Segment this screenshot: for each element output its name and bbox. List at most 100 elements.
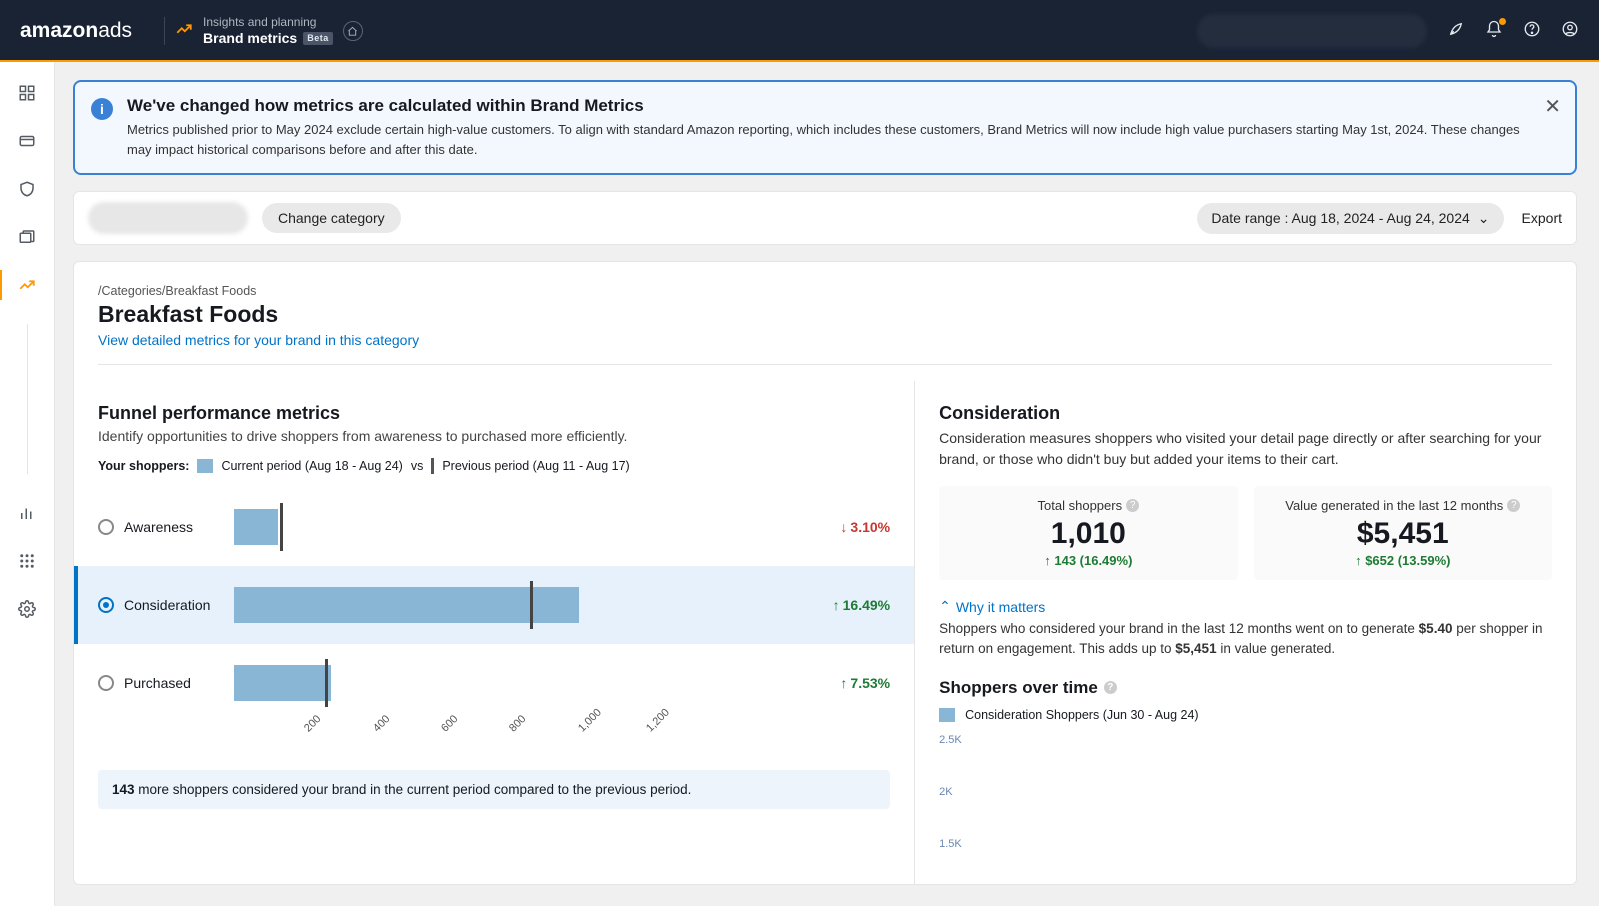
legend-vs: vs xyxy=(411,459,424,473)
funnel-row-purchased[interactable]: Purchased ↑ 7.53% xyxy=(98,644,890,722)
logo-suffix: ads xyxy=(98,19,132,43)
view-detailed-link[interactable]: View detailed metrics for your brand in … xyxy=(98,332,419,348)
bar-current xyxy=(234,587,579,623)
card-icon[interactable] xyxy=(16,130,38,152)
home-icon[interactable] xyxy=(343,21,363,41)
summary-number: 143 xyxy=(112,782,135,797)
bar-previous xyxy=(280,503,283,551)
funnel-x-axis: 200 400 600 800 1,000 1,200 xyxy=(234,722,644,762)
bar-consideration xyxy=(234,579,644,631)
why-it-matters-toggle[interactable]: ⌃ Why it matters xyxy=(939,598,1552,615)
kpi2-label: Value generated in the last 12 months xyxy=(1285,498,1503,513)
arrow-down-icon: ↓ xyxy=(840,519,847,535)
help-icon[interactable]: ? xyxy=(1507,499,1520,512)
bell-icon[interactable] xyxy=(1485,20,1503,43)
info-banner: i ✕ We've changed how metrics are calcul… xyxy=(73,80,1577,175)
radio-purchased[interactable] xyxy=(98,675,114,691)
sidebar xyxy=(0,62,55,906)
kpi1-label: Total shoppers xyxy=(1038,498,1123,513)
content-card: /Categories/Breakfast Foods Breakfast Fo… xyxy=(73,261,1577,885)
toolbar: Change category Date range : Aug 18, 202… xyxy=(73,191,1577,245)
kpi2-value: $5,451 xyxy=(1264,517,1542,551)
radio-consideration[interactable] xyxy=(98,597,114,613)
arrow-up-icon: ↑ xyxy=(833,597,840,613)
consideration-panel: Consideration Consideration measures sho… xyxy=(915,381,1576,884)
arrow-up-icon: ↑ xyxy=(1044,553,1054,568)
bar-awareness xyxy=(234,501,644,553)
label-awareness: Awareness xyxy=(124,519,234,535)
breadcrumb-path: /Categories/Breakfast Foods xyxy=(98,284,1552,298)
funnel-legend: Your shoppers: Current period (Aug 18 - … xyxy=(98,458,890,474)
bars-icon[interactable] xyxy=(16,502,38,524)
shoppers-over-time-chart: 2.5K 2K 1.5K xyxy=(939,732,1552,862)
help-icon[interactable] xyxy=(1523,20,1541,43)
ytick: 1.5K xyxy=(939,838,962,850)
apps-icon[interactable] xyxy=(16,550,38,572)
gear-icon[interactable] xyxy=(16,598,38,620)
funnel-row-consideration[interactable]: Consideration ↑ 16.49% xyxy=(74,566,914,644)
legend-label: Your shoppers: xyxy=(98,459,189,473)
bar-current xyxy=(234,665,331,701)
brand-selector[interactable] xyxy=(88,202,248,234)
delta-purchased: ↑ 7.53% xyxy=(840,675,890,691)
trend-up-icon xyxy=(175,20,193,43)
notification-dot xyxy=(1499,18,1506,25)
consideration-desc: Consideration measures shoppers who visi… xyxy=(939,428,1552,470)
kpi1-value: 1,010 xyxy=(949,517,1227,551)
radio-awareness[interactable] xyxy=(98,519,114,535)
change-category-button[interactable]: Change category xyxy=(262,203,401,233)
arrow-up-icon: ↑ xyxy=(1355,553,1365,568)
swatch-current xyxy=(197,459,213,473)
chevron-up-icon: ⌃ xyxy=(939,598,951,615)
label-purchased: Purchased xyxy=(124,675,234,691)
funnel-panel: Funnel performance metrics Identify oppo… xyxy=(74,381,915,884)
funnel-subtitle: Identify opportunities to drive shoppers… xyxy=(98,428,890,444)
ytick: 2K xyxy=(939,786,952,798)
swatch-consideration xyxy=(939,708,955,722)
profile-icon[interactable] xyxy=(1561,20,1579,43)
why-label: Why it matters xyxy=(956,599,1045,615)
swatch-previous xyxy=(431,458,434,474)
search-input[interactable] xyxy=(1197,14,1427,48)
shoppers-over-time-title: Shoppers over time ? xyxy=(939,678,1552,698)
ytick: 2.5K xyxy=(939,734,962,746)
breadcrumb-page: Brand metrics xyxy=(203,30,297,47)
help-icon[interactable]: ? xyxy=(1104,681,1117,694)
consideration-title: Consideration xyxy=(939,403,1552,424)
delta-consideration: ↑ 16.49% xyxy=(833,597,890,613)
topbar-right xyxy=(1197,14,1579,48)
dashboard-icon[interactable] xyxy=(16,82,38,104)
legend-current: Current period (Aug 18 - Aug 24) xyxy=(221,459,402,473)
summary-text: more shoppers considered your brand in t… xyxy=(135,782,692,797)
date-range-label: Date range : Aug 18, 2024 - Aug 24, 2024 xyxy=(1211,210,1469,226)
sidebar-rule xyxy=(27,324,28,474)
layers-icon[interactable] xyxy=(16,226,38,248)
date-range-button[interactable]: Date range : Aug 18, 2024 - Aug 24, 2024… xyxy=(1197,203,1503,234)
divider xyxy=(98,364,1552,365)
export-link[interactable]: Export xyxy=(1522,210,1562,226)
close-icon[interactable]: ✕ xyxy=(1544,94,1561,119)
topbar: amazonads Insights and planning Brand me… xyxy=(0,0,1599,62)
funnel-row-awareness[interactable]: Awareness ↓ 3.10% xyxy=(98,488,890,566)
sot-legend: Consideration Shoppers (Jun 30 - Aug 24) xyxy=(939,708,1552,722)
rocket-icon[interactable] xyxy=(1447,20,1465,43)
header-divider xyxy=(164,17,165,45)
why-text: Shoppers who considered your brand in th… xyxy=(939,619,1552,660)
help-icon[interactable]: ? xyxy=(1126,499,1139,512)
kpi-row: Total shoppers? 1,010 ↑ 143 (16.49%) Val… xyxy=(939,486,1552,580)
kpi-value-generated: Value generated in the last 12 months? $… xyxy=(1254,486,1552,580)
page-title: Breakfast Foods xyxy=(98,301,1552,328)
logo-main: amazon xyxy=(20,19,98,43)
chevron-down-icon: ⌄ xyxy=(1478,210,1490,227)
logo[interactable]: amazonads xyxy=(20,19,132,43)
breadcrumb: Insights and planning Brand metrics Beta xyxy=(203,15,333,46)
trend-up-icon[interactable] xyxy=(16,274,38,296)
beta-badge: Beta xyxy=(303,32,333,45)
funnel-summary: 143 more shoppers considered your brand … xyxy=(98,770,890,809)
info-icon: i xyxy=(91,98,113,120)
label-consideration: Consideration xyxy=(124,597,234,613)
shield-icon[interactable] xyxy=(16,178,38,200)
bar-purchased xyxy=(234,657,644,709)
legend-previous: Previous period (Aug 11 - Aug 17) xyxy=(442,459,629,473)
kpi2-delta: ↑ $652 (13.59%) xyxy=(1264,553,1542,568)
